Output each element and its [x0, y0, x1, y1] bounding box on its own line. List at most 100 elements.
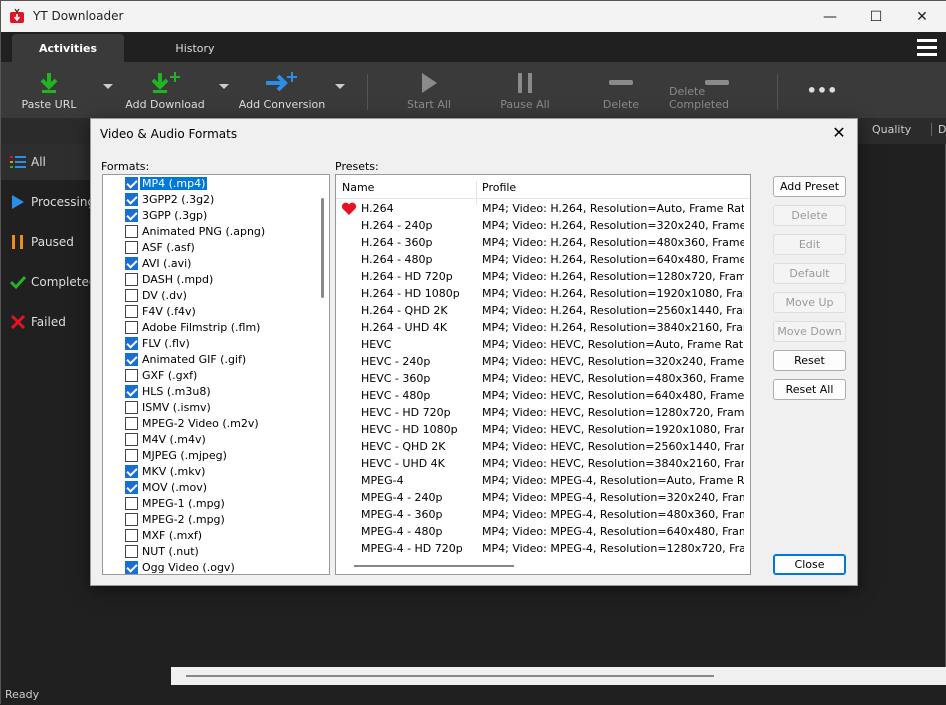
format-checkbox[interactable] [125, 336, 138, 350]
column-next[interactable]: D [931, 123, 946, 136]
format-item[interactable]: 3GPP2 (.3g2) [125, 191, 216, 207]
sidebar-item-all[interactable]: All [1, 144, 91, 180]
preset-row[interactable]: H.264 - UHD 4K MP4; Video: H.264, Resolut… [336, 319, 744, 336]
format-checkbox[interactable] [125, 288, 138, 302]
format-item[interactable]: MP4 (.mp4) [125, 175, 208, 191]
format-checkbox[interactable] [125, 416, 138, 430]
format-checkbox[interactable] [125, 400, 138, 414]
format-checkbox[interactable] [125, 320, 138, 334]
format-checkbox[interactable] [125, 528, 138, 542]
format-item[interactable]: ISMV (.ismv) [125, 399, 213, 415]
preset-row[interactable]: HEVC MP4; Video: HEVC, Resolution=Auto, F… [336, 336, 744, 353]
preset-row[interactable]: H.264 - HD 1080p MP4; Video: H.264, Resol… [336, 285, 744, 302]
format-checkbox[interactable] [125, 480, 138, 494]
reset-button[interactable]: Reset [773, 350, 846, 371]
format-checkbox[interactable] [125, 352, 138, 366]
sidebar-item-paused[interactable]: Paused [1, 224, 91, 260]
format-item[interactable]: FLV (.flv) [125, 335, 192, 351]
format-item[interactable]: F4V (.f4v) [125, 303, 198, 319]
preset-row[interactable]: HEVC - 240p MP4; Video: HEVC, Resolution=… [336, 353, 744, 370]
sidebar-item-processing[interactable]: Processing [1, 184, 95, 220]
format-checkbox[interactable] [125, 240, 138, 254]
delete-button[interactable]: Delete [583, 62, 659, 118]
format-item[interactable]: MPEG-2 (.mpg) [125, 511, 227, 527]
formats-scrollbar[interactable] [317, 176, 329, 574]
preset-row[interactable]: H.264 - 240p MP4; Video: H.264, Resolutio… [336, 217, 744, 234]
list-scroll-thumb[interactable] [186, 675, 714, 677]
move-down-button[interactable]: Move Down [773, 321, 846, 342]
dialog-close-icon[interactable]: ✕ [829, 123, 849, 143]
format-checkbox[interactable] [125, 496, 138, 510]
delete-preset-button[interactable]: Delete [773, 205, 846, 226]
default-preset-button[interactable]: Default [773, 263, 846, 284]
add-download-button[interactable]: Add Download [121, 62, 209, 118]
format-item[interactable]: MPEG-1 (.mpg) [125, 495, 227, 511]
format-item[interactable]: 3GPP (.3gp) [125, 207, 209, 223]
format-item[interactable]: MKV (.mkv) [125, 463, 207, 479]
column-quality[interactable]: Quality [872, 123, 911, 136]
preset-row[interactable]: HEVC - HD 720p MP4; Video: HEVC, Resoluti… [336, 404, 744, 421]
format-checkbox[interactable] [125, 176, 138, 190]
format-item[interactable]: HLS (.m3u8) [125, 383, 213, 399]
more-options-button[interactable]: ••• [797, 62, 847, 118]
format-item[interactable]: AVI (.avi) [125, 255, 193, 271]
maximize-button[interactable]: ☐ [853, 1, 899, 32]
add-download-dropdown-icon[interactable] [219, 84, 229, 89]
format-checkbox[interactable] [125, 432, 138, 446]
format-item[interactable]: Ogg Video (.ogv) [125, 559, 237, 574]
add-preset-button[interactable]: Add Preset [773, 176, 846, 197]
add-conversion-dropdown-icon[interactable] [335, 84, 345, 89]
format-item[interactable]: MPEG-2 Video (.m2v) [125, 415, 261, 431]
preset-row[interactable]: HEVC - QHD 2K MP4; Video: HEVC, Resolutio… [336, 438, 744, 455]
menu-icon[interactable] [917, 39, 937, 57]
preset-row[interactable]: HEVC - HD 1080p MP4; Video: HEVC, Resolut… [336, 421, 744, 438]
preset-row[interactable]: H.264 - QHD 2K MP4; Video: H.264, Resolut… [336, 302, 744, 319]
preset-row[interactable]: H.264 - 360p MP4; Video: H.264, Resolutio… [336, 234, 744, 251]
paste-url-button[interactable]: Paste URL [11, 62, 87, 118]
minimize-button[interactable]: — [807, 1, 853, 32]
column-name[interactable]: Name [342, 181, 374, 194]
format-checkbox[interactable] [125, 384, 138, 398]
preset-row[interactable]: MPEG-4 - 480p MP4; Video: MPEG-4, Resolut… [336, 523, 744, 540]
preset-row[interactable]: HEVC - UHD 4K MP4; Video: HEVC, Resolutio… [336, 455, 744, 472]
presets-horizontal-scroll-thumb[interactable] [354, 565, 514, 567]
format-checkbox[interactable] [125, 544, 138, 558]
format-checkbox[interactable] [125, 224, 138, 238]
sidebar-item-completed[interactable]: Completed [1, 264, 96, 300]
preset-row[interactable]: MPEG-4 - 240p MP4; Video: MPEG-4, Resolut… [336, 489, 744, 506]
format-checkbox[interactable] [125, 560, 138, 574]
tab-history[interactable]: History [139, 34, 251, 62]
format-item[interactable]: M4V (.m4v) [125, 431, 208, 447]
format-item[interactable]: Animated PNG (.apng) [125, 223, 267, 239]
edit-preset-button[interactable]: Edit [773, 234, 846, 255]
format-item[interactable]: GXF (.gxf) [125, 367, 199, 383]
delete-completed-button[interactable]: Delete Completed [669, 62, 765, 118]
close-window-button[interactable]: ✕ [899, 1, 945, 32]
format-checkbox[interactable] [125, 448, 138, 462]
format-checkbox[interactable] [125, 208, 138, 222]
paste-url-dropdown-icon[interactable] [103, 84, 113, 89]
pause-all-button[interactable]: Pause All [487, 62, 563, 118]
format-item[interactable]: DASH (.mpd) [125, 271, 215, 287]
format-item[interactable]: MXF (.mxf) [125, 527, 204, 543]
format-checkbox[interactable] [125, 368, 138, 382]
tab-activities[interactable]: Activities [12, 34, 124, 62]
format-item[interactable]: Adobe Filmstrip (.flm) [125, 319, 262, 335]
column-profile[interactable]: Profile [482, 181, 516, 194]
format-checkbox[interactable] [125, 256, 138, 270]
format-item[interactable]: DV (.dv) [125, 287, 189, 303]
preset-row[interactable]: MPEG-4 - 360p MP4; Video: MPEG-4, Resolut… [336, 506, 744, 523]
start-all-button[interactable]: Start All [391, 62, 467, 118]
format-item[interactable]: ASF (.asf) [125, 239, 197, 255]
sidebar-item-failed[interactable]: Failed [1, 304, 91, 340]
add-conversion-button[interactable]: Add Conversion [237, 62, 327, 118]
preset-row[interactable]: MPEG-4 - HD 720p MP4; Video: MPEG-4, Reso… [336, 540, 744, 557]
move-up-button[interactable]: Move Up [773, 292, 846, 313]
format-checkbox[interactable] [125, 464, 138, 478]
preset-row[interactable]: HEVC - 480p MP4; Video: HEVC, Resolution=… [336, 387, 744, 404]
format-item[interactable]: MOV (.mov) [125, 479, 209, 495]
format-item[interactable]: NUT (.nut) [125, 543, 201, 559]
preset-row[interactable]: H.264 - 480p MP4; Video: H.264, Resolutio… [336, 251, 744, 268]
preset-row[interactable]: MPEG-4 MP4; Video: MPEG-4, Resolution=Aut… [336, 472, 744, 489]
presets-list[interactable]: Name Profile H.264 MP4; Video: H.264, Res… [335, 174, 751, 575]
